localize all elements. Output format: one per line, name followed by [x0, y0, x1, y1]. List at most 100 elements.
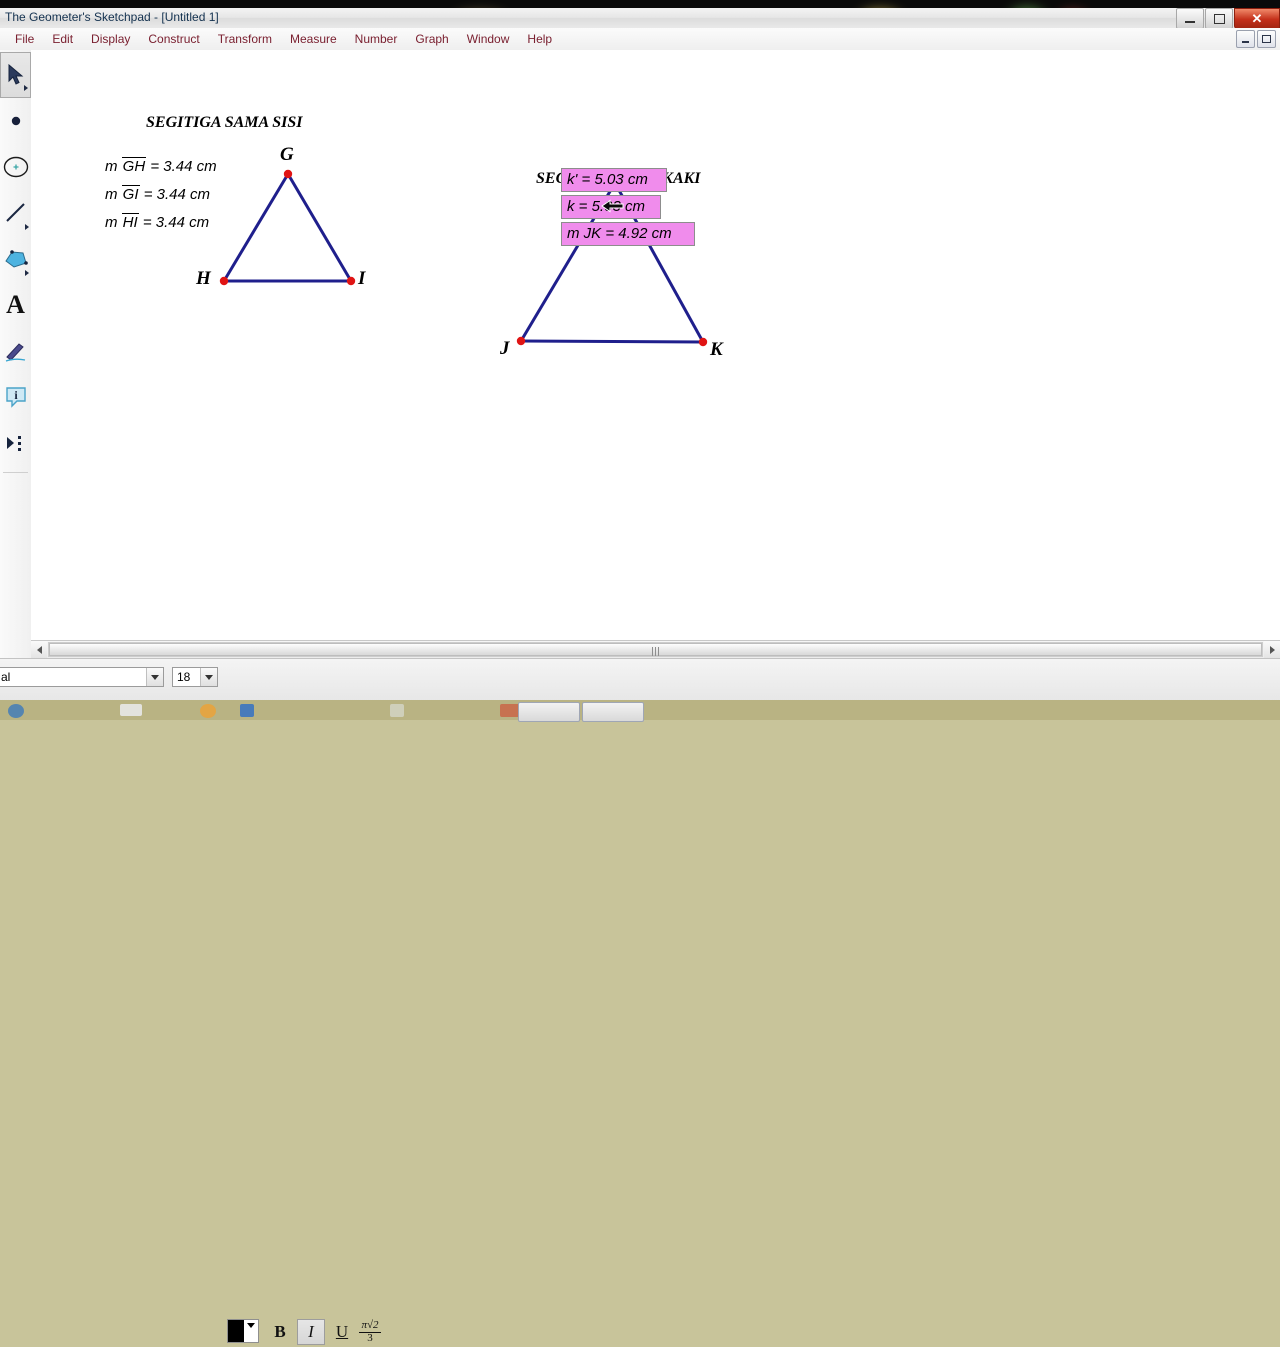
segment-icon — [5, 203, 25, 222]
triangle-left-icon — [36, 645, 42, 654]
point-tool[interactable] — [0, 98, 31, 144]
menu-item-transform[interactable]: Transform — [209, 29, 281, 49]
font-family-dropdown-button[interactable] — [146, 668, 163, 686]
menu-item-display[interactable]: Display — [82, 29, 139, 49]
menu-item-window[interactable]: Window — [458, 29, 519, 49]
taskbar[interactable] — [0, 700, 1280, 722]
chevron-down-icon — [151, 674, 159, 680]
measurement-gh[interactable]: m GH = 3.44 cm — [105, 157, 217, 175]
mdi-restore-button[interactable] — [1257, 30, 1276, 48]
info-balloon-icon: i — [5, 387, 26, 408]
measurement-prefix: m — [567, 225, 580, 242]
taskbar-window-button[interactable] — [518, 702, 580, 722]
measurement-hi[interactable]: m HI = 3.44 cm — [105, 213, 210, 231]
triangle-ghi — [219, 169, 356, 286]
measurement-jk-selected[interactable]: m JK = 4.92 cm — [561, 222, 695, 246]
measurement-value: 3.44 cm — [156, 186, 210, 203]
menu-item-file[interactable]: File — [6, 29, 43, 49]
marker-pen-tool[interactable] — [0, 328, 31, 374]
pen-icon — [5, 343, 25, 362]
taskbar-icon[interactable] — [240, 704, 254, 717]
custom-tool[interactable] — [0, 420, 31, 466]
bold-button[interactable]: B — [266, 1319, 294, 1345]
measurement-equals: = — [150, 158, 160, 175]
measurement-gi[interactable]: m GI = 3.44 cm — [105, 185, 210, 203]
fraction-denominator: 3 — [367, 1331, 373, 1344]
sketch-canvas[interactable]: SEGITIGA SAMA SISI G H I m GH = 3.44 cm … — [31, 50, 1280, 640]
taskbar-icon[interactable] — [8, 704, 24, 718]
horizontal-scrollbar[interactable] — [31, 640, 1280, 659]
font-size-combobox[interactable]: 18 — [172, 667, 218, 687]
menu-item-number[interactable]: Number — [346, 29, 407, 49]
menu-item-measure[interactable]: Measure — [281, 29, 346, 49]
custom-tool-icon — [6, 436, 21, 451]
polygon-tool[interactable] — [0, 236, 31, 282]
measurement-segment: GI — [121, 185, 140, 203]
menu-bar: File Edit Display Construct Transform Me… — [0, 28, 1280, 51]
tool-palette: A i — [0, 50, 32, 658]
chevron-down-icon — [247, 1323, 255, 1328]
straightedge-segment-tool[interactable] — [0, 190, 31, 236]
font-family-value: al — [1, 670, 11, 684]
vertex-label-g: G — [280, 144, 294, 165]
fraction-numerator: π√2 — [359, 1318, 381, 1333]
taskbar-icon[interactable] — [120, 704, 142, 716]
measurement-segment: HI — [121, 213, 139, 231]
point-icon — [11, 116, 20, 126]
title-bar[interactable]: The Geometer's Sketchpad - [Untitled 1] … — [0, 8, 1280, 29]
underline-button[interactable]: U — [328, 1319, 356, 1345]
measurement-value: 4.92 cm — [618, 225, 672, 242]
letter-a-icon: A — [6, 290, 25, 319]
taskbar-icon[interactable] — [390, 704, 404, 717]
italic-button[interactable]: I — [297, 1319, 325, 1345]
measurement-k-prime-selected[interactable]: k' = 5.03 cm — [561, 168, 667, 192]
taskbar-window-button[interactable] — [582, 702, 644, 722]
measurement-equals: = — [605, 225, 615, 242]
information-tool[interactable]: i — [0, 374, 31, 420]
font-size-dropdown-button[interactable] — [200, 668, 217, 686]
vertex-label-k: K — [710, 339, 723, 360]
scrollbar-track[interactable] — [48, 642, 1263, 657]
color-dropdown-button[interactable] — [244, 1320, 258, 1342]
measurement-prefix: m — [105, 214, 118, 231]
caption-button-group: ✕ — [1175, 8, 1280, 29]
palette-divider — [3, 472, 28, 473]
window-restore-button[interactable] — [1205, 8, 1233, 29]
chevron-down-icon — [205, 674, 213, 680]
scroll-right-button[interactable] — [1264, 641, 1280, 658]
measurement-k-selected[interactable]: k = 5.03 cm — [561, 195, 661, 219]
menu-item-edit[interactable]: Edit — [43, 29, 82, 49]
circle-icon — [3, 156, 28, 178]
vertex-label-j: J — [500, 338, 510, 359]
arrow-select-tool[interactable] — [0, 52, 31, 98]
window-close-button[interactable]: ✕ — [1234, 8, 1280, 29]
measurement-equals: = — [143, 186, 153, 203]
scrollbar-grip — [651, 647, 660, 656]
math-fraction-button[interactable]: π√2 3 — [355, 1317, 385, 1347]
measurement-segment: GH — [121, 157, 147, 175]
text-tool[interactable]: A — [0, 282, 31, 328]
menu-item-help[interactable]: Help — [518, 29, 561, 49]
text-color-picker[interactable] — [227, 1319, 259, 1343]
format-toolbar: al 18 B I U π√2 3 — [0, 658, 1280, 1345]
window-minimize-button[interactable] — [1176, 8, 1204, 29]
measurement-prefix: m — [105, 186, 118, 203]
mdi-minimize-button[interactable] — [1236, 30, 1255, 48]
scrollbar-thumb[interactable] — [49, 643, 1262, 656]
menu-item-list: File Edit Display Construct Transform Me… — [6, 28, 561, 50]
taskbar-icon[interactable] — [500, 704, 520, 717]
figure-title-left: SEGITIGA SAMA SISI — [146, 114, 303, 131]
color-swatch-icon — [228, 1320, 244, 1342]
arrow-cursor-icon — [8, 64, 23, 85]
polygon-icon — [4, 250, 28, 268]
compass-circle-tool[interactable] — [0, 144, 31, 190]
menu-item-construct[interactable]: Construct — [139, 29, 208, 49]
vertex-label-i: I — [358, 268, 366, 289]
scroll-left-button[interactable] — [31, 641, 47, 658]
measurement-value: 3.44 cm — [155, 214, 210, 231]
font-family-combobox[interactable]: al — [0, 667, 164, 687]
taskbar-icon[interactable] — [200, 704, 216, 718]
menu-item-graph[interactable]: Graph — [406, 29, 457, 49]
figure-geometry-layer — [219, 169, 708, 347]
font-size-value: 18 — [177, 670, 191, 684]
